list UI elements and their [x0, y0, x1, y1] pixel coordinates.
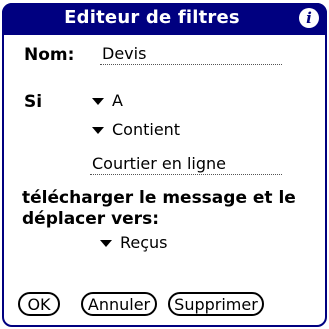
condition-label: Si — [24, 92, 43, 112]
dropdown-arrow-icon — [92, 97, 104, 105]
title-bar: Editeur de filtres i — [2, 3, 327, 35]
filter-editor-dialog: Editeur de filtres i Nom: Devis Si A Con… — [0, 0, 329, 329]
dialog-title: Editeur de filtres — [64, 7, 240, 28]
operator-popup-trigger[interactable]: Contient — [92, 120, 180, 140]
name-field[interactable]: Devis — [100, 44, 282, 65]
field-popup-trigger[interactable]: A — [92, 91, 123, 111]
delete-button[interactable]: Supprimer — [168, 292, 264, 316]
ok-button[interactable]: OK — [18, 292, 60, 316]
cancel-button[interactable]: Annuler — [81, 292, 157, 316]
field-popup-value: A — [112, 91, 123, 110]
folder-popup-trigger[interactable]: Reçus — [100, 233, 168, 253]
title-divider — [2, 33, 327, 35]
name-label: Nom: — [24, 45, 75, 65]
dropdown-arrow-icon — [92, 126, 104, 134]
folder-popup-value: Reçus — [120, 233, 168, 252]
info-icon[interactable]: i — [299, 8, 319, 28]
dropdown-arrow-icon — [100, 239, 112, 247]
operator-popup-value: Contient — [112, 120, 181, 139]
action-description: télécharger le message et le déplacer ve… — [22, 188, 296, 229]
condition-value-field[interactable]: Courtier en ligne — [90, 154, 282, 175]
